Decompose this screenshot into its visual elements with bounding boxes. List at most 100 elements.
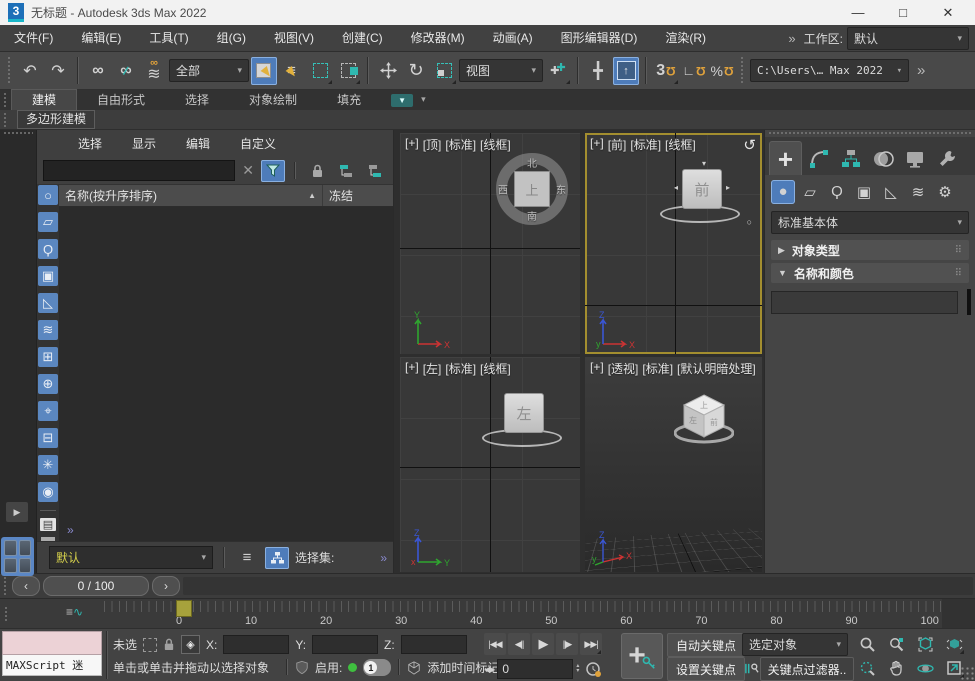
- trackbar-drag-handle[interactable]: [4, 606, 9, 621]
- clear-search-icon[interactable]: ✕: [240, 162, 256, 179]
- viewport-label-part[interactable]: [透视]: [608, 360, 639, 377]
- viewport-label-part[interactable]: [+]: [590, 136, 604, 153]
- select-by-name-button[interactable]: ≡: [279, 57, 305, 85]
- toolbar-drag-handle[interactable]: [7, 56, 12, 85]
- percent-snap-toggle[interactable]: %Ω: [709, 57, 735, 85]
- ribbon-drag-handle[interactable]: [3, 112, 8, 127]
- tab-hierarchy[interactable]: [835, 142, 866, 175]
- strip-drag-handle[interactable]: [3, 131, 33, 136]
- select-and-scale-button[interactable]: [431, 57, 457, 85]
- select-and-link-icon[interactable]: ∞: [85, 57, 111, 85]
- viewcube[interactable]: 上 北 南 西 东: [496, 153, 568, 225]
- viewport-label-part[interactable]: [线框]: [480, 136, 511, 153]
- select-and-rotate-button[interactable]: ↻: [403, 57, 429, 85]
- spacewarps-category-icon[interactable]: ≋: [906, 180, 930, 204]
- search-input[interactable]: [43, 160, 235, 181]
- zoom-icon[interactable]: [856, 633, 878, 655]
- shapes-filter-icon[interactable]: ▱: [38, 212, 58, 232]
- x-coordinate-field[interactable]: [223, 635, 289, 654]
- maxscript-listener-pane[interactable]: MAXScript 迷: [2, 655, 102, 676]
- lights-category-icon[interactable]: Ϙ: [825, 180, 849, 204]
- hidden-filter-icon[interactable]: ◉: [38, 482, 58, 502]
- explorer-menu-item[interactable]: 编辑: [171, 135, 225, 152]
- select-and-manipulate-button[interactable]: ╋: [585, 57, 611, 85]
- lock-icon[interactable]: [305, 160, 329, 182]
- zoom-extents-icon[interactable]: [914, 633, 936, 655]
- tab-polygon-modeling[interactable]: 多边形建模: [17, 110, 95, 129]
- sort-ascending-icon[interactable]: ▲: [308, 191, 316, 200]
- menu-item[interactable]: 组(G): [203, 25, 260, 51]
- go-to-start-button[interactable]: |◀◀: [484, 633, 506, 655]
- object-color-swatch[interactable]: [967, 289, 971, 315]
- chevron-down-icon[interactable]: ▾: [421, 94, 426, 105]
- viewport-label-part[interactable]: [+]: [405, 360, 419, 377]
- playhead[interactable]: [176, 600, 192, 617]
- xrefs-filter-icon[interactable]: ⊕: [38, 374, 58, 394]
- set-key-button[interactable]: 设置关键点: [667, 657, 745, 681]
- freeze-column-header[interactable]: 冻结: [323, 187, 393, 204]
- auto-key-button[interactable]: 自动关键点: [667, 633, 745, 657]
- rollout-object-type[interactable]: ▶ 对象类型 ⠿: [771, 240, 969, 260]
- use-pivot-center-button[interactable]: ✚ ✚: [545, 57, 571, 85]
- geometry-category-dropdown[interactable]: 标准基本体 ▾: [771, 211, 969, 234]
- degradation-toggle-pill[interactable]: 1: [363, 659, 391, 676]
- tab-create[interactable]: +: [769, 141, 802, 175]
- toolbar-overflow-icon[interactable]: »: [911, 62, 929, 79]
- viewport-label-part[interactable]: [左]: [423, 360, 442, 377]
- viewport-label-part[interactable]: [顶]: [423, 136, 442, 153]
- orbit-icon[interactable]: [914, 657, 936, 679]
- project-folder-field[interactable]: C:\Users\… Max 2022 ▾: [750, 59, 909, 82]
- object-name-field[interactable]: [771, 291, 958, 314]
- maxscript-macro-pane[interactable]: [2, 631, 102, 655]
- key-filters-button[interactable]: 关键点过滤器..: [760, 657, 854, 681]
- ribbon-tab[interactable]: 自由形式: [77, 90, 165, 110]
- previous-frame-button[interactable]: ‹: [12, 576, 40, 596]
- selection-filter-dropdown[interactable]: 全部 ▾: [169, 59, 249, 82]
- key-mode-dropdown[interactable]: 选定对象 ▾: [742, 633, 848, 656]
- next-frame-button[interactable]: ›: [152, 576, 180, 596]
- spacewarps-filter-icon[interactable]: ≋: [38, 320, 58, 340]
- selection-lock-icon[interactable]: [163, 638, 175, 651]
- explorer-selector-dropdown[interactable]: 默认 ▾: [49, 546, 213, 569]
- maxscript-mini-listener[interactable]: MAXScript 迷: [2, 631, 102, 676]
- workspace-dropdown[interactable]: 默认 ▾: [847, 27, 969, 50]
- zoom-region-icon[interactable]: [856, 657, 878, 679]
- explorer-menu-item[interactable]: 选择: [63, 135, 117, 152]
- y-coordinate-field[interactable]: [312, 635, 378, 654]
- ribbon-tab[interactable]: 填充: [317, 90, 381, 110]
- menu-item[interactable]: 编辑(E): [67, 25, 135, 51]
- viewport-label-part[interactable]: [线框]: [480, 360, 511, 377]
- tab-utilities[interactable]: [931, 142, 962, 175]
- expand-hierarchy-icon[interactable]: [334, 160, 358, 182]
- compass-south[interactable]: 南: [527, 208, 537, 223]
- explorer-menu-item[interactable]: 自定义: [225, 135, 291, 152]
- shapes-category-icon[interactable]: ▱: [798, 180, 822, 204]
- viewcube[interactable]: 上 左 前: [674, 389, 734, 449]
- menu-overflow-icon[interactable]: »: [782, 31, 799, 46]
- current-frame-field[interactable]: 0: [497, 659, 573, 679]
- bottom-overflow-icon[interactable]: »: [380, 551, 385, 565]
- explorer-overflow-icon[interactable]: »: [67, 523, 72, 537]
- menu-item[interactable]: 视图(V): [260, 25, 328, 51]
- time-slider-track[interactable]: [183, 577, 973, 595]
- menu-item[interactable]: 文件(F): [0, 25, 67, 51]
- minimize-button[interactable]: —: [839, 5, 877, 20]
- pan-hand-icon[interactable]: [885, 657, 907, 679]
- tab-display[interactable]: [899, 142, 930, 175]
- lights-filter-icon[interactable]: Ϙ: [38, 239, 58, 259]
- window-crossing-toggle[interactable]: [335, 57, 361, 85]
- absolute-mode-toggle[interactable]: ◈: [181, 635, 200, 654]
- ribbon-tab[interactable]: 选择: [165, 90, 229, 110]
- time-slider-thumb[interactable]: 0 / 100: [43, 576, 149, 596]
- viewcube-left-arrow[interactable]: ◂: [674, 183, 678, 192]
- z-coordinate-field[interactable]: [401, 635, 467, 654]
- ribbon-drag-handle[interactable]: [3, 92, 8, 108]
- viewport-label-part[interactable]: [前]: [608, 136, 627, 153]
- filter-funnel-button[interactable]: [261, 160, 285, 182]
- isolate-selection-icon[interactable]: [143, 638, 157, 652]
- shield-icon[interactable]: [295, 660, 309, 675]
- explorer-item-list[interactable]: »: [59, 207, 393, 541]
- redo-button[interactable]: ↷: [45, 57, 71, 85]
- time-configuration-icon[interactable]: [582, 658, 604, 680]
- select-and-move-button[interactable]: [375, 57, 401, 85]
